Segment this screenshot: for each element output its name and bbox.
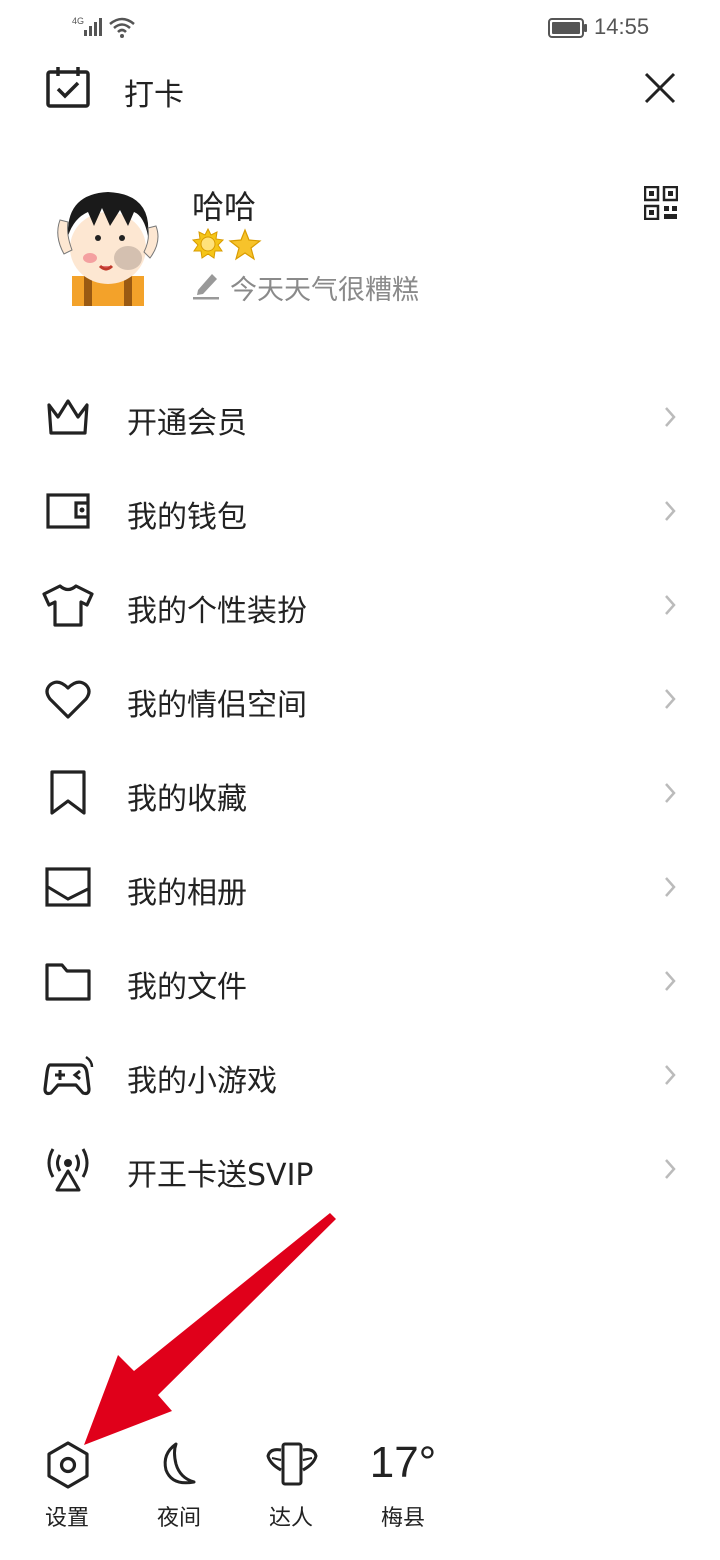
menu-item-label: 开王卡送SVIP [127, 1158, 314, 1193]
menu-item-label: 我的文件 [127, 970, 247, 1005]
menu-item-label: 我的个性装扮 [127, 594, 307, 629]
star-badge-icon [228, 228, 262, 261]
crown-icon [47, 399, 89, 435]
username[interactable]: 哈哈 [192, 182, 256, 228]
chevron-right-icon [665, 407, 676, 427]
menu-item-album[interactable]: 我的相册 [0, 840, 720, 934]
signature-text[interactable]: 今天天气很糟糕 [230, 268, 419, 307]
chevron-right-icon [665, 689, 676, 709]
moon-icon [163, 1442, 196, 1485]
expert-button[interactable]: 达人 [246, 1434, 336, 1544]
menu-item-dress-up[interactable]: 我的个性装扮 [0, 558, 720, 652]
menu-item-king-card[interactable]: 开王卡送SVIP [0, 1122, 720, 1216]
chevron-right-icon [665, 783, 676, 803]
chevron-right-icon [665, 595, 676, 615]
signal-wifi-icon: 4G [72, 16, 135, 38]
menu-item-label: 开通会员 [127, 406, 247, 441]
battery-icon [548, 18, 587, 38]
menu-item-label: 我的收藏 [127, 782, 247, 817]
temperature: 17° [369, 1438, 437, 1487]
menu-item-favorites[interactable]: 我的收藏 [0, 746, 720, 840]
avatar[interactable] [48, 176, 168, 306]
menu-item-files[interactable]: 我的文件 [0, 934, 720, 1028]
sun-badge-icon [192, 228, 224, 259]
menu-item-label: 我的小游戏 [127, 1064, 277, 1099]
calendar-check-icon[interactable] [44, 66, 92, 110]
chevron-right-icon [665, 1065, 676, 1085]
settings-hexagon-icon [47, 1441, 89, 1489]
checkin-label[interactable]: 打卡 [124, 70, 184, 114]
annotation-arrow-icon [84, 1213, 336, 1445]
weather-widget[interactable]: 17° 梅县 [358, 1434, 448, 1544]
chevron-right-icon [665, 1159, 676, 1179]
menu-item-couple-space[interactable]: 我的情侣空间 [0, 652, 720, 746]
gamepad-icon [43, 1055, 94, 1096]
edit-pencil-icon[interactable] [192, 270, 220, 300]
close-icon[interactable] [640, 68, 680, 108]
night-mode-button[interactable]: 夜间 [134, 1434, 224, 1544]
qr-code-icon[interactable] [644, 186, 678, 220]
night-mode-label: 夜间 [156, 1506, 201, 1531]
city-label: 梅县 [380, 1506, 425, 1531]
winged-phone-icon [266, 1442, 318, 1486]
folder-icon [45, 963, 91, 1001]
chevron-right-icon [665, 501, 676, 521]
menu-item-label: 我的钱包 [127, 500, 247, 535]
menu-item-wallet[interactable]: 我的钱包 [0, 464, 720, 558]
chevron-right-icon [665, 971, 676, 991]
menu-item-mini-games[interactable]: 我的小游戏 [0, 1028, 720, 1122]
status-bar: 4G 14:55 [0, 0, 720, 56]
menu-item-label: 我的情侣空间 [127, 688, 307, 723]
settings-label: 设置 [44, 1506, 89, 1531]
settings-button[interactable]: 设置 [22, 1434, 112, 1544]
tshirt-icon [42, 584, 94, 627]
signal-tower-icon [47, 1148, 89, 1192]
bookmark-icon [50, 770, 86, 815]
image-icon [45, 867, 91, 907]
status-time: 14:55 [594, 14, 650, 39]
wallet-icon [46, 493, 90, 529]
chevron-right-icon [665, 877, 676, 897]
heart-icon [45, 680, 91, 719]
menu-item-label: 我的相册 [127, 876, 247, 911]
expert-label: 达人 [268, 1506, 313, 1531]
network-type: 4G [72, 16, 84, 26]
menu-item-vip[interactable]: 开通会员 [0, 370, 720, 464]
